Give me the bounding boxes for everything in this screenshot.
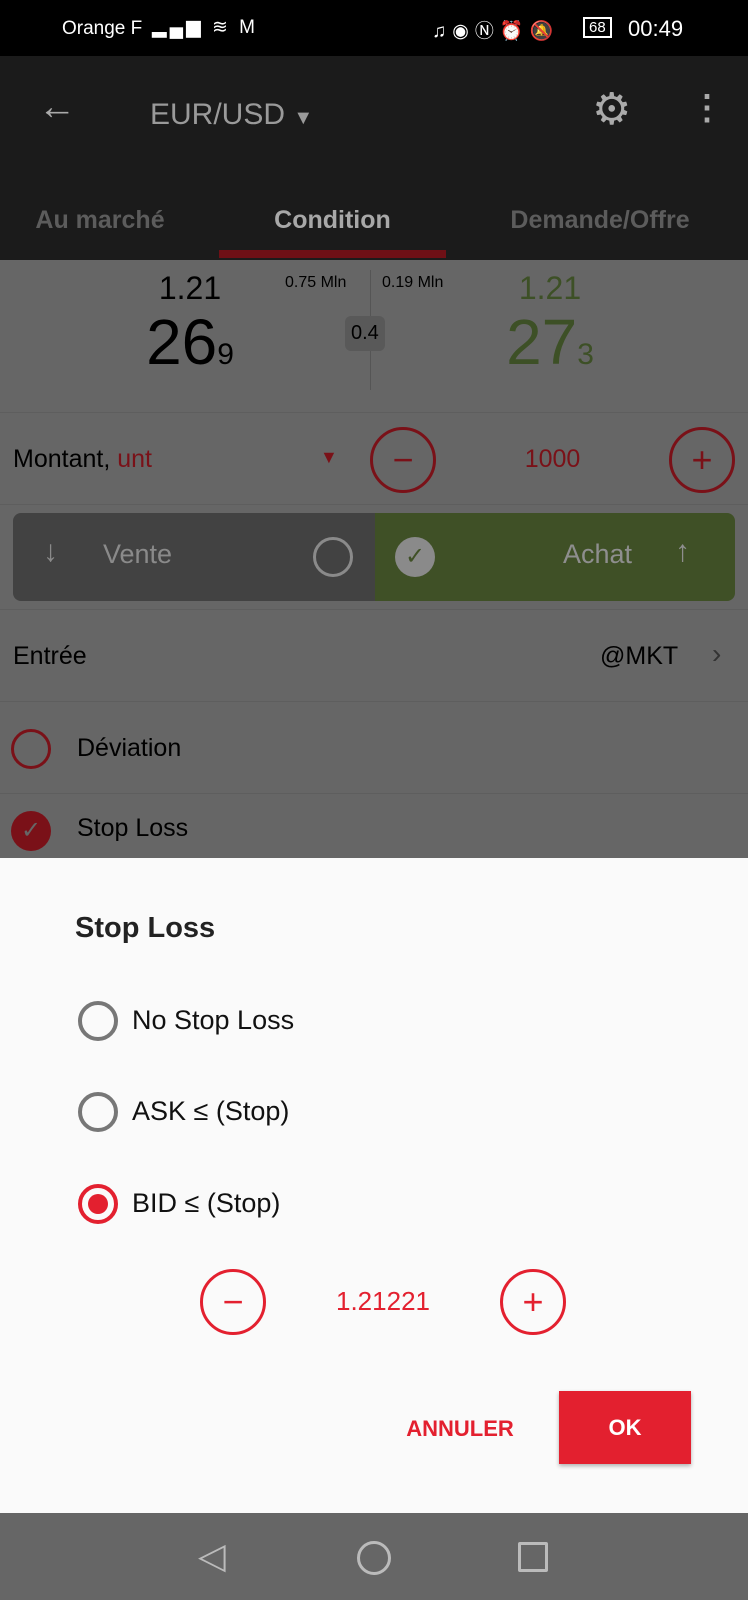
amount-decrease-button[interactable]: − (370, 427, 436, 493)
battery-icon: 68 (583, 17, 612, 38)
tab-au-marche[interactable]: Au marché (0, 206, 200, 235)
bid-volume: 0.75 Mln (285, 274, 347, 291)
amount-label-text: Montant, (13, 445, 111, 473)
option-label: BID ≤ (Stop) (132, 1188, 281, 1218)
chevron-right-icon: › (712, 638, 722, 669)
back-icon[interactable]: ◁ (198, 1535, 226, 1577)
carrier: Orange F (62, 18, 143, 39)
ask-big: 27 (506, 306, 578, 378)
ask-price[interactable]: 1.21 273 (490, 270, 610, 390)
stop-decrease-button[interactable]: − (200, 1269, 266, 1335)
ask-small: 3 (577, 338, 594, 371)
gear-icon[interactable]: ⚙ (592, 84, 631, 135)
sell-label: Vente (103, 539, 173, 569)
symbol-selector[interactable]: EUR/USD ▼ (150, 98, 313, 132)
app-header: ← EUR/USD ▼ ⚙ ⋮ Au marché Condition Dema… (0, 56, 748, 260)
tab-condition[interactable]: Condition (219, 206, 446, 235)
sell-button[interactable]: ↓ Vente (13, 513, 375, 601)
buy-label: Achat (563, 539, 633, 569)
direction-row: ↓ Vente ✓ Achat ↑ (0, 505, 748, 610)
tab-demande-offre[interactable]: Demande/Offre (470, 206, 730, 235)
option-label: ASK ≤ (Stop) (132, 1096, 290, 1126)
home-icon[interactable] (357, 1541, 391, 1575)
arrow-down-icon: ↓ (43, 535, 58, 568)
deviation-checkbox[interactable] (11, 729, 51, 769)
back-arrow-icon[interactable]: ← (38, 86, 76, 129)
radio-icon[interactable] (78, 1092, 118, 1132)
deviation-row[interactable]: Déviation (0, 702, 748, 794)
amount-row: Montant, unt ▼ − 1000 + (0, 413, 748, 505)
clock: 00:49 (628, 16, 684, 41)
bid-price[interactable]: 1.21 269 (130, 270, 250, 390)
amount-value[interactable]: 1000 (470, 445, 635, 474)
amount-label[interactable]: Montant, unt (13, 445, 152, 474)
bid-big: 26 (146, 306, 218, 378)
deviation-label: Déviation (77, 734, 182, 762)
signal-wifi-icons: ▂▄▆ ≋ M (152, 17, 258, 38)
unit-dropdown-icon[interactable]: ▼ (320, 447, 338, 468)
entry-value: @MKT (600, 642, 679, 670)
ask-prefix: 1.21 (518, 270, 582, 306)
stop-value[interactable]: 1.21221 (300, 1286, 466, 1317)
buy-button[interactable]: ✓ Achat ↑ (375, 513, 735, 601)
bid-prefix: 1.21 (158, 270, 222, 306)
cancel-button[interactable]: ANNULER (395, 1416, 525, 1442)
spread-badge: 0.4 (345, 316, 385, 351)
option-label: No Stop Loss (132, 1005, 295, 1035)
recents-icon[interactable] (518, 1542, 548, 1572)
chevron-down-icon: ▼ (293, 107, 314, 129)
stop-loss-checkbox[interactable]: ✓ (11, 811, 51, 851)
tab-indicator (219, 250, 446, 258)
ask-volume: 0.19 Mln (382, 274, 444, 291)
entry-label: Entrée (13, 642, 87, 670)
arrow-up-icon: ↑ (675, 535, 690, 568)
stop-loss-label: Stop Loss (77, 814, 189, 842)
bid-small: 9 (217, 338, 234, 371)
check-circle-icon: ✓ (395, 537, 435, 577)
ok-button[interactable]: OK (559, 1391, 691, 1464)
radio-icon[interactable] (78, 1001, 118, 1041)
amount-increase-button[interactable]: + (669, 427, 735, 493)
status-bar: Orange F ▂▄▆ ≋ M ♫◉Ⓝ⏰🔕 68 00:49 (0, 0, 748, 56)
notification-icons: ♫◉Ⓝ⏰🔕 (432, 21, 560, 42)
system-nav-bar: ◁ (0, 1513, 748, 1600)
dialog-title: Stop Loss (75, 912, 216, 944)
stop-increase-button[interactable]: + (500, 1269, 566, 1335)
more-menu-icon[interactable]: ⋮ (690, 88, 724, 128)
entry-row[interactable]: Entrée @MKT › (0, 610, 748, 702)
amount-unit: unt (117, 445, 152, 473)
stop-loss-dialog: Stop Loss No Stop Loss ASK ≤ (Stop) BID … (0, 858, 748, 1514)
symbol-label: EUR/USD (150, 98, 286, 131)
radio-selected-icon[interactable] (78, 1184, 118, 1224)
stop-loss-row[interactable]: ✓ Stop Loss (0, 794, 748, 858)
quote-panel: 1.21 269 0.75 Mln 0.19 Mln 0.4 1.21 273 (0, 260, 748, 413)
sell-radio-icon (313, 537, 353, 577)
